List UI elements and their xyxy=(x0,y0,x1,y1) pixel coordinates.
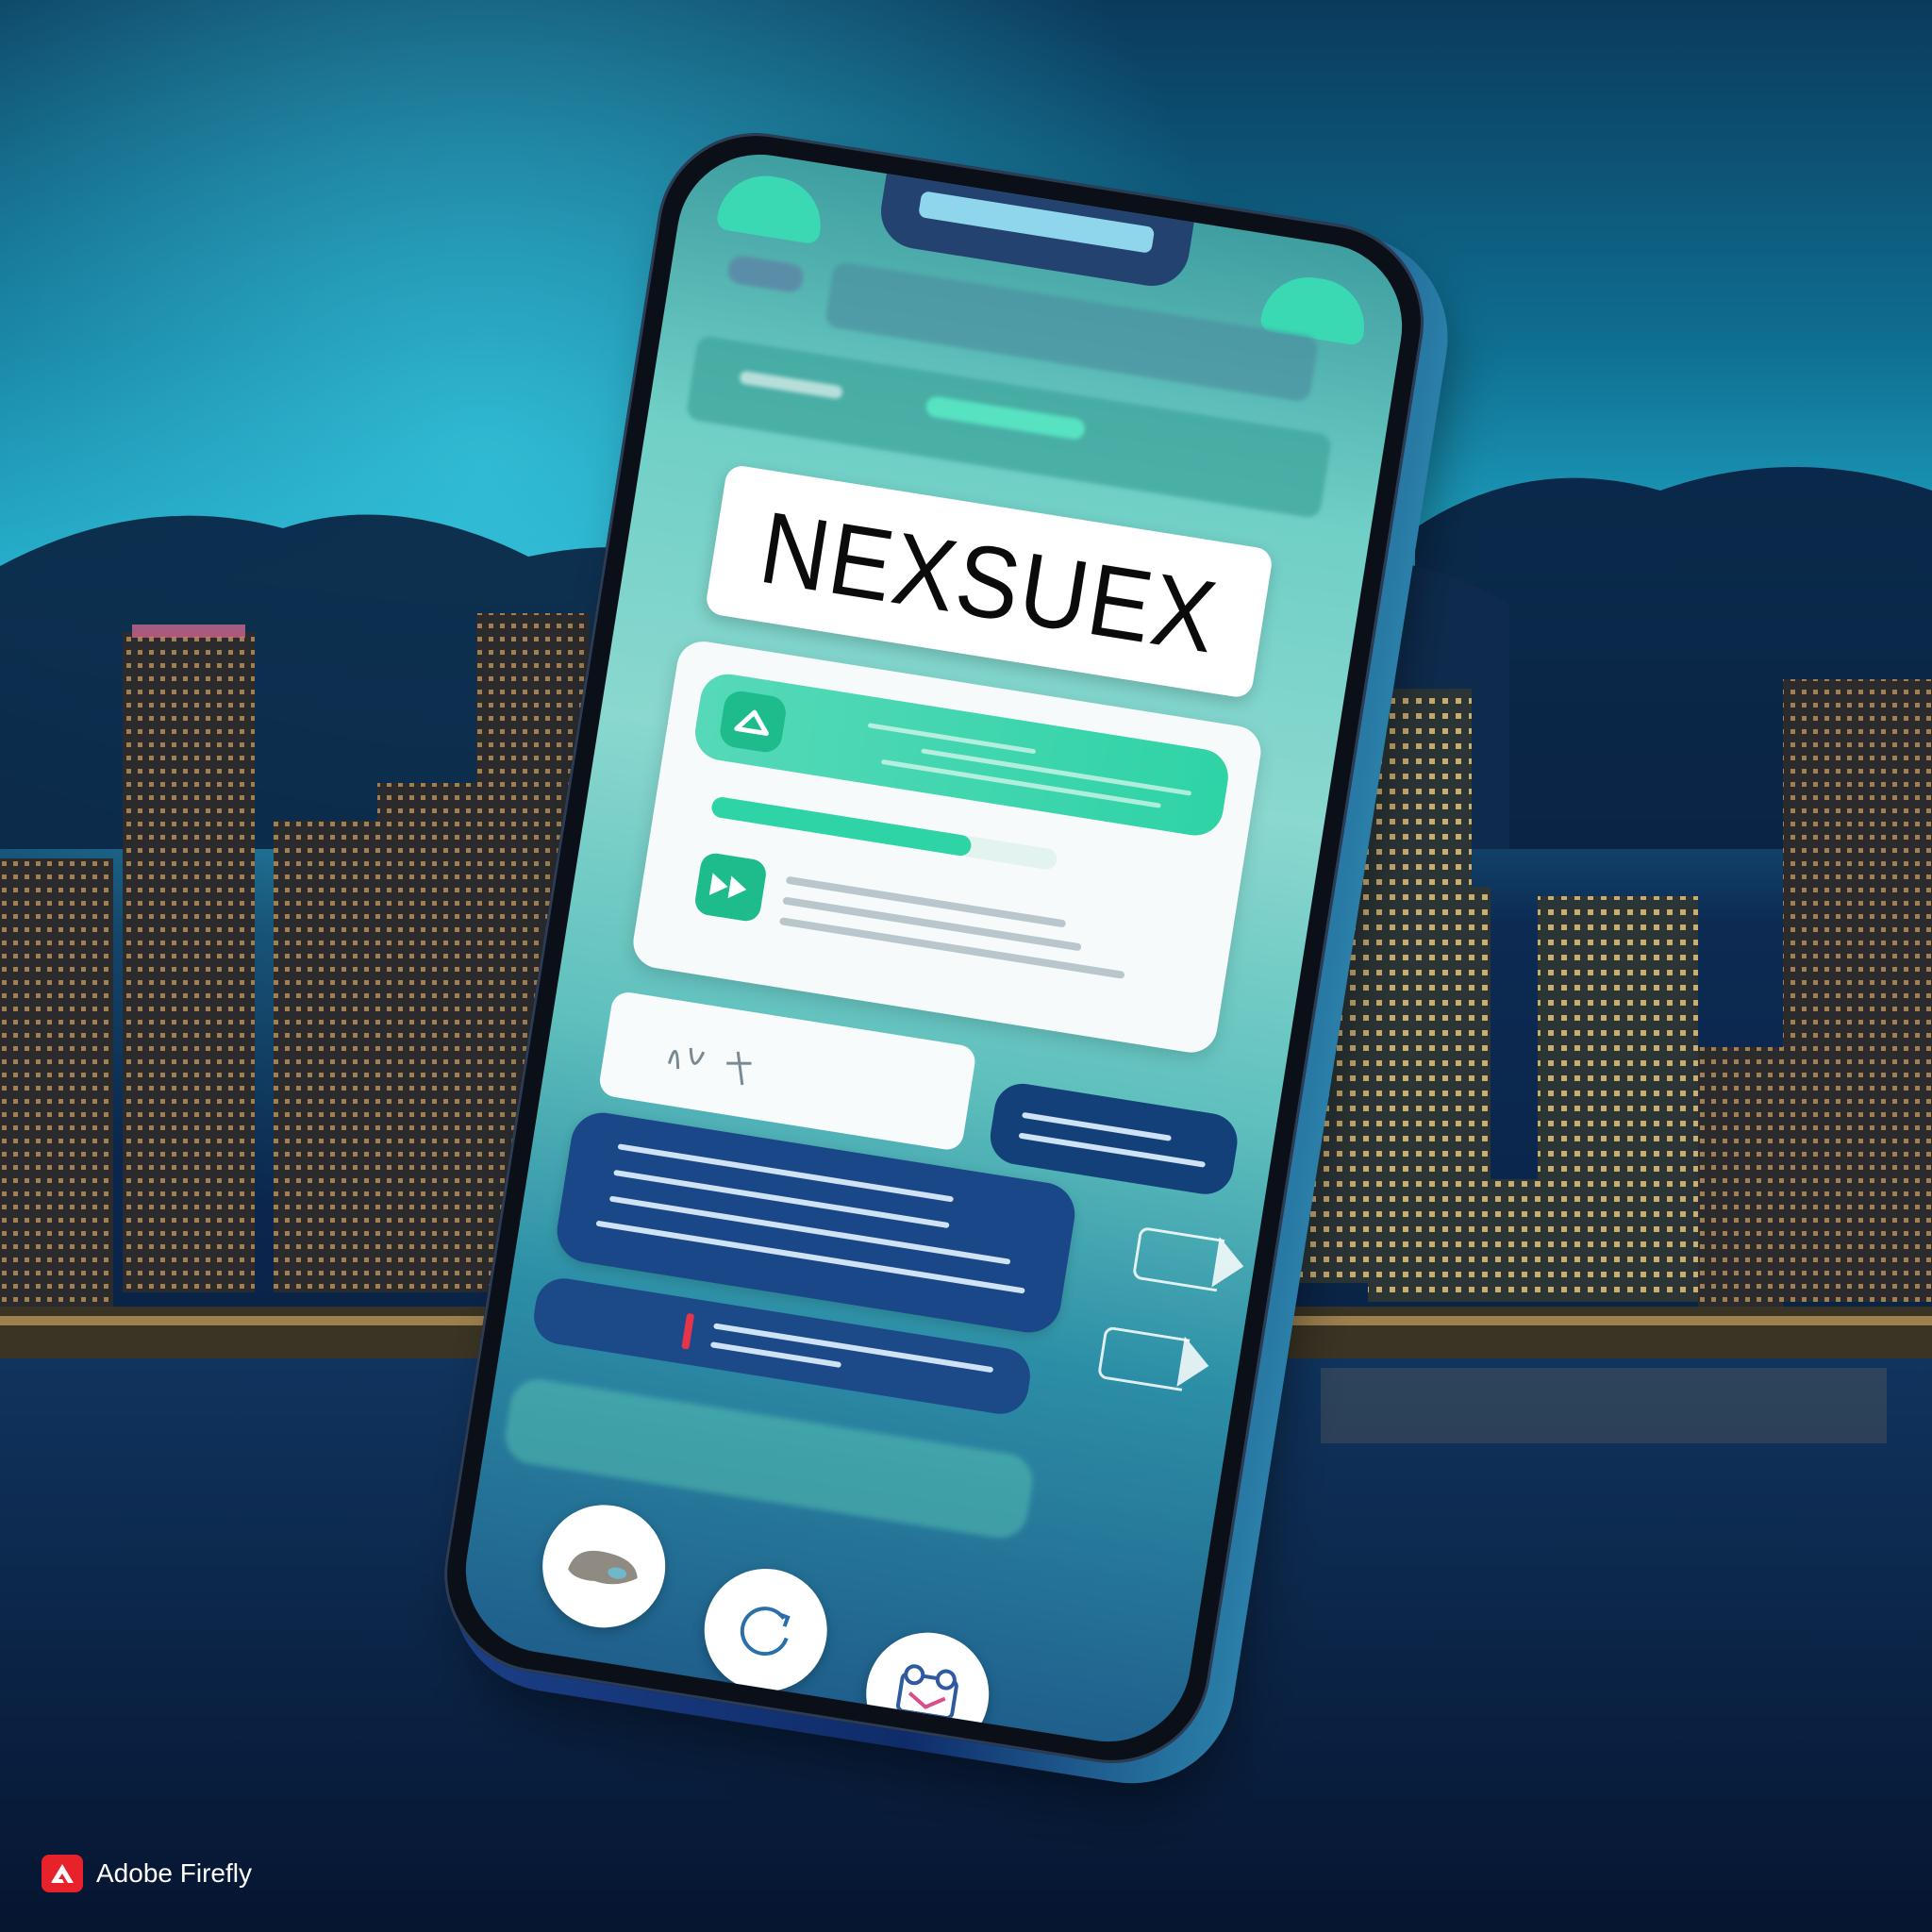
main-card xyxy=(629,638,1265,1057)
message-line xyxy=(613,1169,950,1229)
bottom-button-stone[interactable] xyxy=(533,1495,675,1637)
chat-faces-icon xyxy=(896,1664,958,1721)
handwriting-scribble xyxy=(667,1047,752,1086)
stone-icon xyxy=(568,1550,638,1585)
watermark-text: Adobe Firefly xyxy=(96,1858,252,1888)
slider-handle[interactable] xyxy=(681,1312,695,1350)
pill-line xyxy=(867,723,1037,755)
arrow-right-icon[interactable] xyxy=(1131,1225,1225,1292)
top-left-indicator xyxy=(715,169,828,245)
refresh-ring-icon xyxy=(740,1607,791,1657)
adobe-logo-icon xyxy=(42,1855,83,1892)
header-row xyxy=(725,254,806,294)
progress-fill xyxy=(709,795,973,858)
fast-forward-icon[interactable] xyxy=(692,851,769,924)
message-line xyxy=(1018,1132,1207,1168)
up-arrow-icon[interactable] xyxy=(717,689,789,755)
progress-bar xyxy=(709,795,1058,872)
arrow-right-icon[interactable] xyxy=(1096,1325,1191,1391)
watermark: Adobe Firefly xyxy=(42,1855,252,1892)
app-title: NEXSUEX xyxy=(753,489,1225,675)
bottom-button-refresh[interactable] xyxy=(695,1559,837,1701)
message-line xyxy=(617,1143,955,1203)
